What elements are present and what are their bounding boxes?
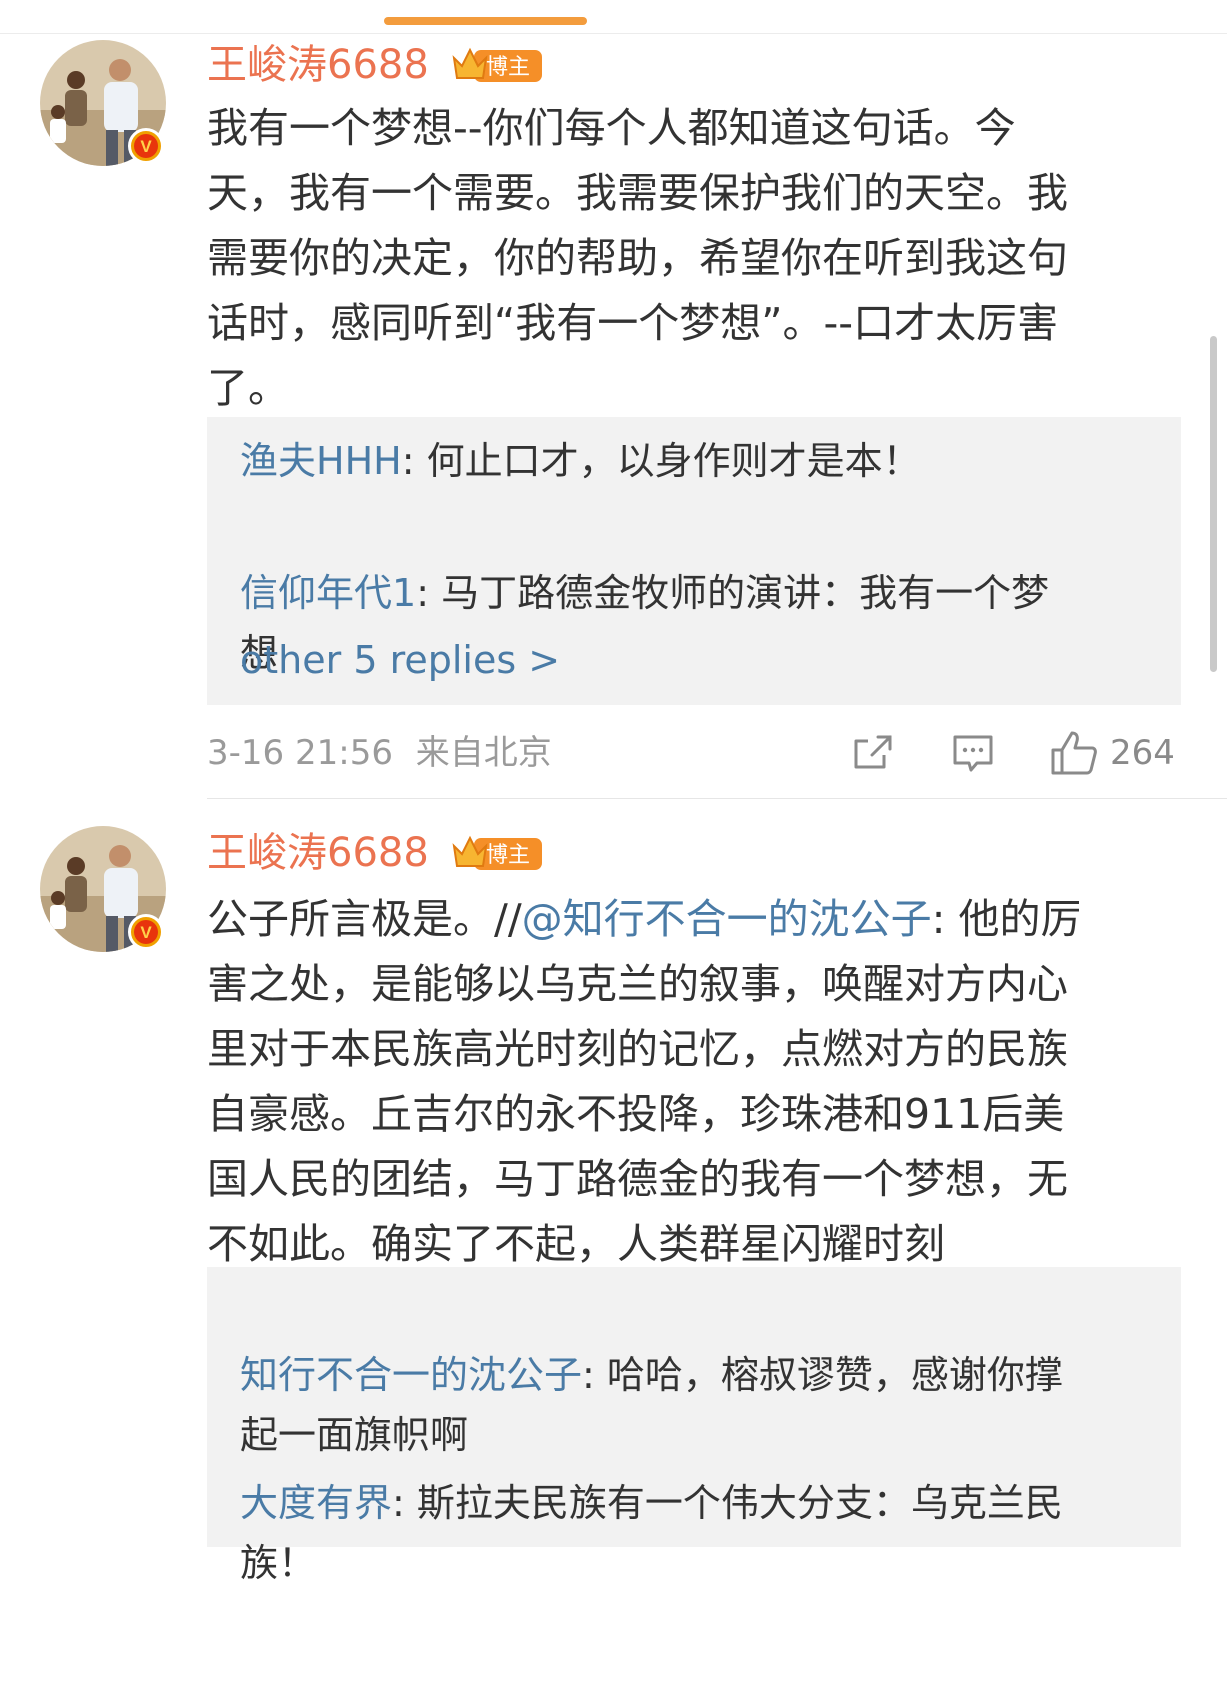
reply-author[interactable]: 渔夫HHH (240, 439, 402, 483)
crown-badge-icon: 博主 (452, 47, 542, 82)
comment-meta: 3-16 21:56 来自北京 (207, 733, 552, 773)
timestamp: 3-16 21:56 (207, 733, 393, 773)
username[interactable]: 王峻涛6688 (207, 830, 429, 876)
reply-separator: : (582, 1353, 607, 1397)
reply-box: 渔夫HHH: 何止口才，以身作则才是本！ 信仰年代1: 马丁路德金牧师的演讲：我… (207, 417, 1181, 705)
crown-badge-icon: 博主 (452, 835, 542, 870)
svg-text:V: V (140, 137, 152, 156)
username[interactable]: 王峻涛6688 (207, 42, 429, 88)
comment-divider (207, 798, 1227, 799)
location: 来自北京 (415, 733, 552, 773)
blogger-badge: 博主 (450, 44, 544, 86)
top-divider (0, 33, 1227, 34)
comment-text: 我有一个梦想--你们每个人都知道这句话。今 天，我有一个需要。我需要保护我们的天… (207, 104, 1068, 412)
reply-box: 知行不合一的沈公子: 哈哈，榕叔谬赞，感谢你撑 起一面旗帜啊 大度有界: 斯拉夫… (207, 1267, 1181, 1585)
comment-text: 公子所言极是。//@知行不合一的沈公子: 他的厉 害之处，是能够以乌克兰的叙事，… (207, 887, 1167, 1277)
comment-icon[interactable] (952, 733, 994, 779)
reply-author[interactable]: 知行不合一的沈公子 (240, 1353, 582, 1397)
reply-item[interactable]: 大度有界: 斯拉夫民族有一个伟大分支：乌克兰民 族！ (240, 1413, 1150, 1593)
reply-text: 何止口才，以身作则才是本！ (426, 439, 921, 483)
mention-link[interactable]: @知行不合一的沈公子 (522, 895, 932, 943)
svg-text:博主: 博主 (486, 843, 530, 868)
verified-v-icon: V (128, 914, 164, 950)
reply-separator: : (401, 439, 427, 483)
active-tab-indicator (384, 17, 587, 25)
like-icon[interactable] (1050, 730, 1098, 780)
reply-separator: : (392, 1481, 417, 1525)
svg-text:V: V (140, 923, 152, 942)
avatar[interactable]: V (40, 40, 166, 166)
reply-author[interactable]: 信仰年代1 (240, 571, 416, 615)
scrollbar[interactable] (1210, 336, 1217, 672)
blogger-badge: 博主 (450, 832, 544, 874)
more-replies-link[interactable]: other 5 replies > (240, 635, 560, 685)
reply-separator: : (416, 571, 442, 615)
share-icon[interactable] (852, 733, 894, 777)
comment-text-prefix: 公子所言极是。// (207, 895, 522, 943)
svg-text:博主: 博主 (486, 55, 530, 80)
reply-item[interactable]: 渔夫HHH: 何止口才，以身作则才是本！ (240, 431, 1150, 491)
like-count: 264 (1110, 733, 1175, 773)
reply-author[interactable]: 大度有界 (240, 1481, 392, 1525)
comment-text-suffix: : 他的厉 害之处，是能够以乌克兰的叙事，唤醒对方内心 里对于本民族高光时刻的记… (207, 895, 1082, 1268)
verified-v-icon: V (128, 128, 164, 164)
avatar[interactable]: V (40, 826, 166, 952)
